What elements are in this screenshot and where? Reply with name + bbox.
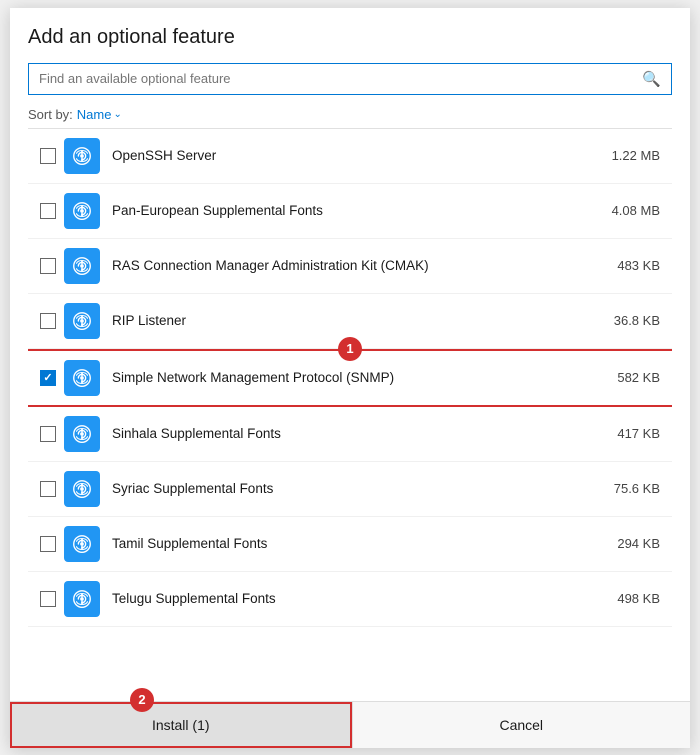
feature-size: 36.8 KB <box>608 313 668 328</box>
feature-list: OpenSSH Server1.22 MB Pan-European Suppl… <box>28 128 672 701</box>
dialog-body: Add an optional feature 🔍 Sort by: Name … <box>10 8 690 701</box>
feature-name: Pan-European Supplemental Fonts <box>112 203 608 218</box>
sort-chevron-icon: ⌄ <box>113 109 121 120</box>
feature-name: Telugu Supplemental Fonts <box>112 591 608 606</box>
feature-checkbox[interactable] <box>40 203 56 219</box>
feature-size: 582 KB <box>608 370 668 385</box>
search-input[interactable] <box>39 71 642 86</box>
checkbox-wrap <box>32 148 64 164</box>
checkbox-wrap <box>32 203 64 219</box>
feature-icon <box>64 581 100 617</box>
checkbox-wrap <box>32 591 64 607</box>
feature-icon <box>64 303 100 339</box>
sort-name-button[interactable]: Name ⌄ <box>77 107 122 122</box>
feature-size: 294 KB <box>608 536 668 551</box>
feature-icon <box>64 360 100 396</box>
checkbox-wrap <box>32 536 64 552</box>
feature-checkbox[interactable] <box>40 591 56 607</box>
feature-checkbox[interactable] <box>40 258 56 274</box>
feature-name: RIP Listener <box>112 313 608 328</box>
feature-icon <box>64 416 100 452</box>
feature-name: Tamil Supplemental Fonts <box>112 536 608 551</box>
install-button[interactable]: Install (1) <box>10 702 352 748</box>
feature-size: 498 KB <box>608 591 668 606</box>
feature-item[interactable]: Telugu Supplemental Fonts498 KB <box>28 572 672 627</box>
feature-size: 4.08 MB <box>608 203 668 218</box>
feature-checkbox[interactable] <box>40 426 56 442</box>
feature-item[interactable]: Pan-European Supplemental Fonts4.08 MB <box>28 184 672 239</box>
sort-by-label: Sort by: <box>28 107 73 122</box>
sort-bar: Sort by: Name ⌄ <box>28 107 672 122</box>
search-bar: 🔍 <box>28 63 672 95</box>
feature-icon <box>64 526 100 562</box>
add-optional-feature-dialog: Add an optional feature 🔍 Sort by: Name … <box>10 8 690 748</box>
feature-item[interactable]: RAS Connection Manager Administration Ki… <box>28 239 672 294</box>
checkbox-wrap <box>32 370 64 386</box>
feature-checkbox[interactable] <box>40 148 56 164</box>
feature-checkbox[interactable] <box>40 370 56 386</box>
feature-icon <box>64 471 100 507</box>
dialog-footer: 2 Install (1) Cancel <box>10 701 690 748</box>
feature-name: OpenSSH Server <box>112 148 608 163</box>
feature-item[interactable]: Syriac Supplemental Fonts75.6 KB <box>28 462 672 517</box>
checkbox-wrap <box>32 481 64 497</box>
feature-size: 1.22 MB <box>608 148 668 163</box>
feature-name: Sinhala Supplemental Fonts <box>112 426 608 441</box>
feature-checkbox[interactable] <box>40 313 56 329</box>
feature-size: 483 KB <box>608 258 668 273</box>
checkbox-wrap <box>32 258 64 274</box>
feature-name: Syriac Supplemental Fonts <box>112 481 608 496</box>
feature-name: Simple Network Management Protocol (SNMP… <box>112 370 608 385</box>
feature-size: 417 KB <box>608 426 668 441</box>
feature-icon <box>64 248 100 284</box>
feature-icon <box>64 193 100 229</box>
feature-item[interactable]: Tamil Supplemental Fonts294 KB <box>28 517 672 572</box>
feature-size: 75.6 KB <box>608 481 668 496</box>
feature-item[interactable]: OpenSSH Server1.22 MB <box>28 129 672 184</box>
feature-name: RAS Connection Manager Administration Ki… <box>112 258 608 273</box>
checkbox-wrap <box>32 313 64 329</box>
dialog-title: Add an optional feature <box>28 26 672 49</box>
cancel-button[interactable]: Cancel <box>352 702 691 748</box>
search-icon: 🔍 <box>642 70 661 88</box>
feature-item[interactable]: Sinhala Supplemental Fonts417 KB <box>28 407 672 462</box>
feature-icon <box>64 138 100 174</box>
feature-checkbox[interactable] <box>40 536 56 552</box>
feature-item[interactable]: 1 Simple Network Management Protocol (SN… <box>28 349 672 407</box>
feature-checkbox[interactable] <box>40 481 56 497</box>
feature-badge: 1 <box>338 337 362 361</box>
checkbox-wrap <box>32 426 64 442</box>
install-badge: 2 <box>130 688 154 712</box>
